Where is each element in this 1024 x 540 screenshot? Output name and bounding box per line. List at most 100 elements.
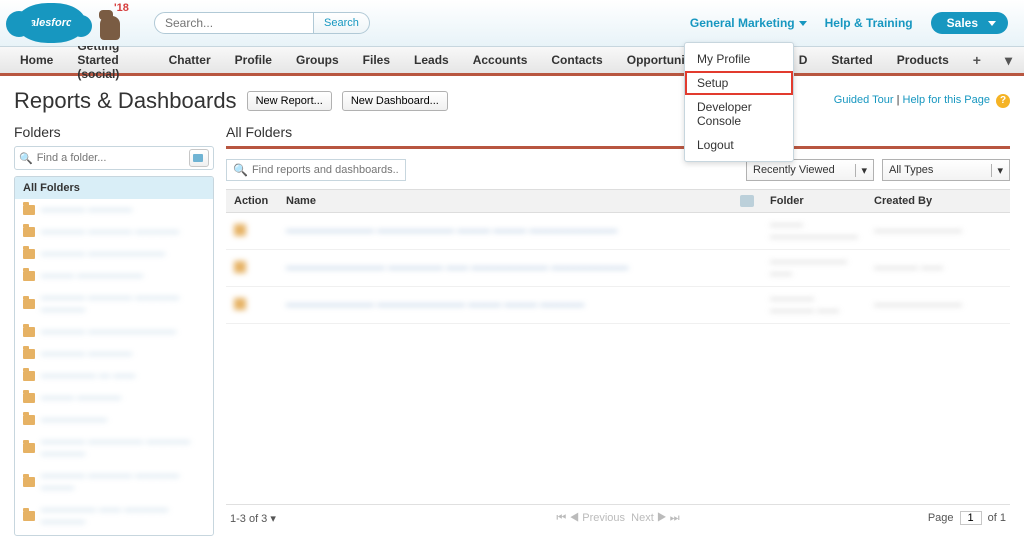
- pager-next: Next: [631, 512, 654, 524]
- tab-products[interactable]: Products: [885, 47, 961, 73]
- folder-icon: [23, 299, 35, 309]
- report-created-by: ————————: [874, 299, 962, 311]
- folder-search-wrap: 🔍: [14, 146, 214, 170]
- chevron-down-icon: ▾: [855, 164, 867, 177]
- folder-item[interactable]: ———— ————— ———— ————: [15, 431, 213, 465]
- filter-recent-label: Recently Viewed: [753, 164, 835, 176]
- folder-icon: [23, 415, 35, 425]
- folder-icon: [23, 371, 35, 381]
- folder-icon: [23, 249, 35, 259]
- folder-item[interactable]: ————— —— ———— ————: [15, 499, 213, 533]
- folder-search-input[interactable]: [37, 152, 185, 164]
- folder-icon: [23, 327, 35, 337]
- chevron-down-icon: ▾: [991, 164, 1003, 177]
- folder-item[interactable]: ———— ————————: [15, 321, 213, 343]
- tab-add[interactable]: +: [961, 47, 993, 73]
- chevron-down-icon: [799, 21, 807, 26]
- pager-first-icon: ⏮: [556, 512, 566, 524]
- tab-getting-started[interactable]: Getting Started (social): [65, 47, 156, 73]
- folder-icon: [23, 511, 35, 521]
- app-switcher[interactable]: Sales: [931, 12, 1008, 34]
- folder-options-button[interactable]: [189, 149, 209, 167]
- folder-item[interactable]: ———— ———— ————: [15, 221, 213, 243]
- global-search-input[interactable]: [154, 12, 314, 34]
- mascot-icon: '18: [96, 6, 124, 40]
- filter-type-dropdown[interactable]: All Types ▾: [882, 159, 1010, 181]
- col-folder[interactable]: Folder: [762, 190, 866, 213]
- search-icon: 🔍: [233, 163, 248, 177]
- tab-home[interactable]: Home: [8, 47, 65, 73]
- help-for-page-link[interactable]: Help for this Page: [903, 94, 990, 106]
- table-row[interactable]: ———————— ———————— ——— ——— ———— ———— ————…: [226, 287, 1010, 324]
- table-row[interactable]: ———————— ——————— ——— ——— ———————— ——— ——…: [226, 213, 1010, 250]
- content-heading: All Folders: [226, 124, 1010, 140]
- column-menu-icon[interactable]: [740, 195, 754, 207]
- tab-groups[interactable]: Groups: [284, 47, 351, 73]
- folder-item[interactable]: ——— ——————: [15, 265, 213, 287]
- report-folder: ———— ———— ——: [770, 293, 839, 317]
- pager: 1-3 of 3 ▾ ⏮ ◀ Previous Next ▶ ⏭ Page of…: [226, 504, 1010, 531]
- pager-prev-icon: ◀: [569, 512, 579, 524]
- page-help-links: Guided Tour | Help for this Page ?: [834, 94, 1010, 108]
- report-name[interactable]: ———————— ——————— ——— ——— ————————: [286, 225, 617, 237]
- menu-item-my-profile[interactable]: My Profile: [685, 47, 793, 71]
- sidebar-heading: Folders: [14, 124, 214, 140]
- report-icon: [234, 224, 246, 236]
- filter-recent-dropdown[interactable]: Recently Viewed ▾: [746, 159, 874, 181]
- folder-icon: [23, 349, 35, 359]
- pager-range[interactable]: 1-3 of 3 ▾: [230, 512, 276, 525]
- pager-previous: Previous: [582, 512, 625, 524]
- col-action[interactable]: Action: [226, 190, 278, 213]
- pager-last-icon: ⏭: [670, 512, 680, 524]
- pager-of-total: of 1: [988, 512, 1006, 524]
- new-dashboard-button[interactable]: New Dashboard...: [342, 91, 448, 111]
- tab-contacts[interactable]: Contacts: [539, 47, 614, 73]
- folder-item[interactable]: ———— ————: [15, 199, 213, 221]
- find-reports-wrap: 🔍: [226, 159, 406, 181]
- folder-item[interactable]: ———— ———— ———— ————: [15, 287, 213, 321]
- folder-icon: [23, 205, 35, 215]
- folder-item[interactable]: ———— ———————: [15, 243, 213, 265]
- page-title: Reports & Dashboards: [14, 88, 237, 114]
- report-created-by: ————————: [874, 225, 962, 237]
- user-menu-trigger[interactable]: General Marketing: [690, 16, 807, 30]
- pager-page-input[interactable]: [960, 511, 982, 525]
- user-menu-label: General Marketing: [690, 16, 795, 30]
- tab-files[interactable]: Files: [351, 47, 402, 73]
- folder-icon: [23, 393, 35, 403]
- tab-chatter[interactable]: Chatter: [157, 47, 223, 73]
- menu-item-developer-console[interactable]: Developer Console: [685, 95, 793, 133]
- report-icon: [234, 298, 246, 310]
- tab-overflow[interactable]: ▾: [993, 47, 1024, 73]
- guided-tour-link[interactable]: Guided Tour: [834, 94, 894, 106]
- folder-icon: [23, 443, 35, 453]
- pager-page-label: Page: [928, 512, 954, 524]
- new-report-button[interactable]: New Report...: [247, 91, 332, 111]
- help-training-link[interactable]: Help & Training: [825, 16, 913, 30]
- tab-accounts[interactable]: Accounts: [461, 47, 540, 73]
- help-icon[interactable]: ?: [996, 94, 1010, 108]
- filter-type-label: All Types: [889, 164, 933, 176]
- report-name[interactable]: ————————— ————— —— ——————— ———————: [286, 262, 628, 274]
- user-dropdown-menu: My Profile Setup Developer Console Logou…: [684, 42, 794, 162]
- salesforce-logo[interactable]: salesforce: [16, 3, 86, 43]
- folder-item[interactable]: ———— ————: [15, 343, 213, 365]
- tab-leads[interactable]: Leads: [402, 47, 461, 73]
- folder-item[interactable]: ————— — ——: [15, 365, 213, 387]
- find-reports-input[interactable]: [252, 164, 399, 176]
- menu-item-logout[interactable]: Logout: [685, 133, 793, 157]
- folder-item[interactable]: ——— ————: [15, 387, 213, 409]
- tab-profile[interactable]: Profile: [223, 47, 284, 73]
- folder-all[interactable]: All Folders: [15, 177, 213, 199]
- menu-item-setup[interactable]: Setup: [685, 71, 793, 95]
- folder-tree: All Folders ———— ———— ———— ———— ———— ———…: [14, 176, 214, 536]
- col-name[interactable]: Name: [278, 190, 762, 213]
- report-name[interactable]: ———————— ———————— ——— ——— ————: [286, 299, 584, 311]
- folder-item[interactable]: ——————: [15, 409, 213, 431]
- folder-item[interactable]: ——: [15, 533, 213, 536]
- global-search-button[interactable]: Search: [314, 12, 370, 34]
- table-row[interactable]: ————————— ————— —— ——————— ——————— —————…: [226, 250, 1010, 287]
- folder-item[interactable]: ———— ———— ———— ———: [15, 465, 213, 499]
- tab-started[interactable]: Started: [819, 47, 884, 73]
- col-created-by[interactable]: Created By: [866, 190, 970, 213]
